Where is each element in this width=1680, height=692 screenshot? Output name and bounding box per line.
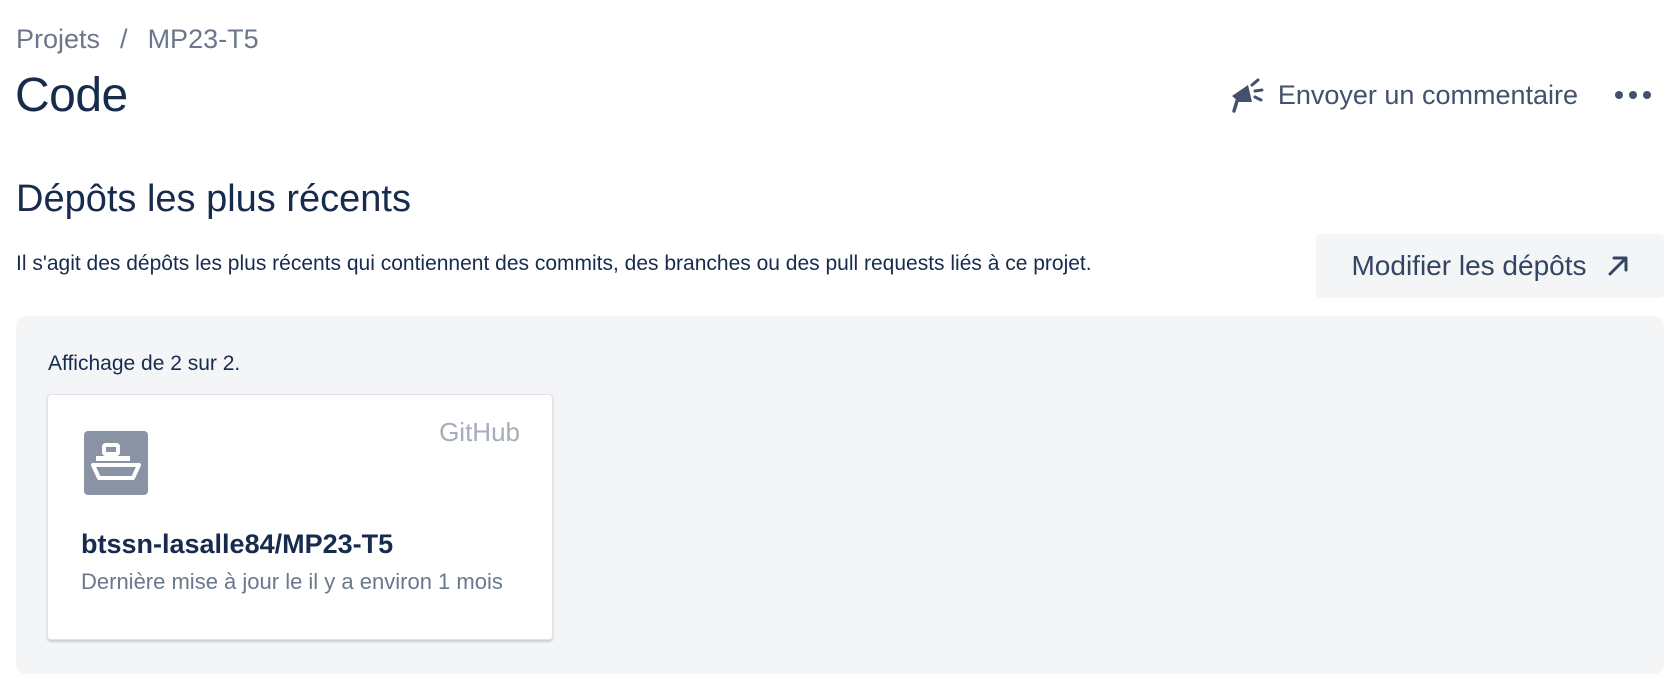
breadcrumb-item-projects[interactable]: Projets — [16, 24, 100, 55]
breadcrumb: Projets / MP23-T5 — [16, 24, 259, 55]
ship-icon — [91, 443, 141, 480]
arrow-up-right-icon — [1608, 256, 1627, 276]
page: Projets / MP23-T5 Code Envoyer un commen… — [0, 0, 1680, 692]
megaphone-icon — [1231, 78, 1264, 113]
more-actions-button[interactable] — [1614, 90, 1652, 100]
send-feedback-label: Envoyer un commentaire — [1277, 79, 1578, 110]
more-horizontal-icon — [1615, 91, 1651, 99]
repository-avatar — [84, 431, 148, 495]
section-title: Dépôts les plus récents — [16, 178, 411, 220]
page-title: Code — [15, 69, 128, 122]
edit-repositories-button[interactable]: Modifier les dépôts — [1316, 234, 1664, 298]
edit-repositories-label: Modifier les dépôts — [1351, 250, 1587, 281]
repositories-panel: Affichage de 2 sur 2. GitHub btssn-lasal… — [16, 316, 1664, 674]
breadcrumb-separator: / — [120, 24, 128, 54]
header-actions: Envoyer un commentaire — [1228, 76, 1652, 114]
send-feedback-button[interactable]: Envoyer un commentaire — [1228, 76, 1578, 114]
repository-card[interactable]: GitHub btssn-lasalle84/MP23-T5 Dernière … — [47, 394, 553, 640]
repositories-count: Affichage de 2 sur 2. — [48, 352, 241, 375]
breadcrumb-item-project[interactable]: MP23-T5 — [148, 24, 259, 55]
section-description: Il s'agit des dépôts les plus récents qu… — [16, 252, 1092, 275]
repository-provider: GitHub — [439, 417, 520, 447]
repository-name: btssn-lasalle84/MP23-T5 — [81, 529, 394, 559]
repository-last-updated: Dernière mise à jour le il y a environ 1… — [81, 569, 503, 594]
